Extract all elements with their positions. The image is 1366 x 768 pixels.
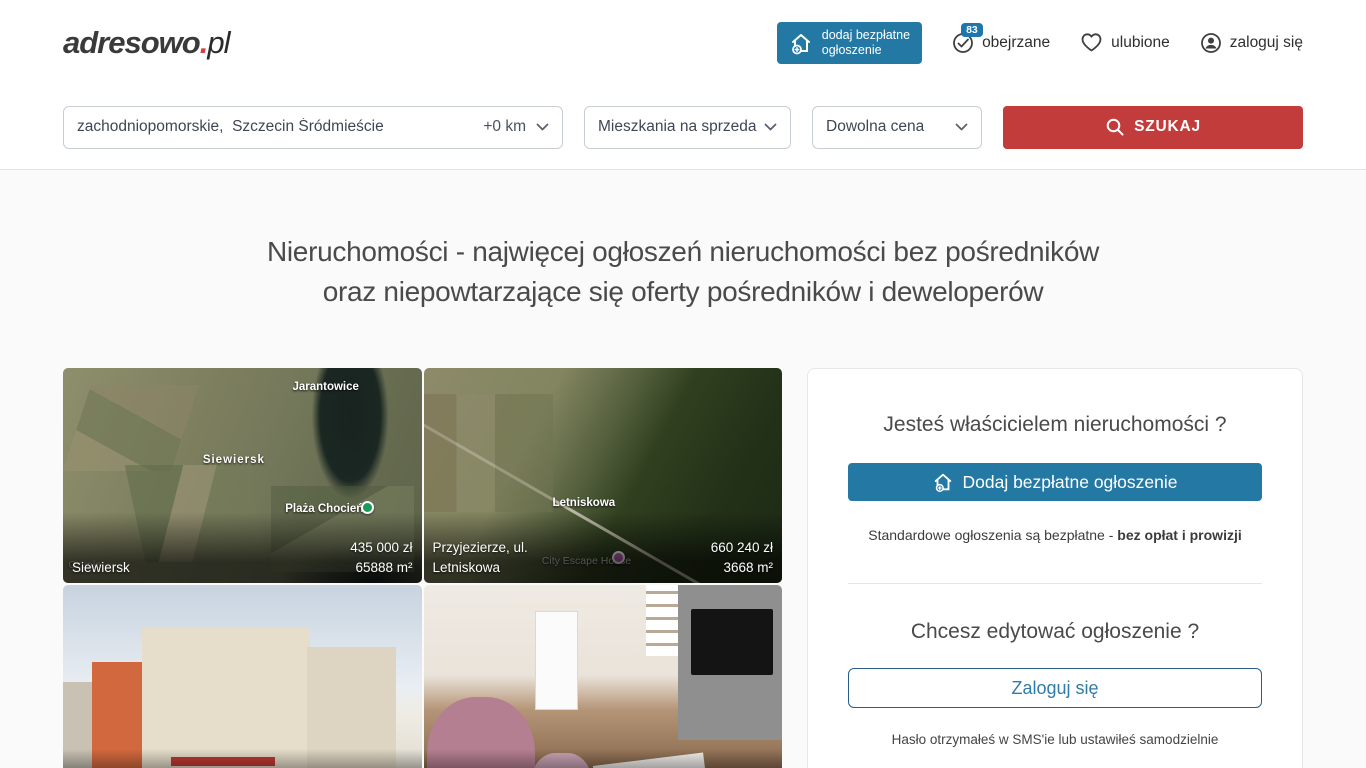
main-content: Nieruchomości - najwięcej ogłoszeń nieru… (0, 170, 1366, 768)
viewed-link[interactable]: 83 obejrzane (952, 32, 1050, 54)
top-bar: adresowo.pl dodaj bezpłatne ogłoszenie (0, 0, 1366, 85)
listing-price: 660 240 zł (711, 538, 773, 558)
search-bar: zachodniopomorskie, Szczecin Śródmieście… (0, 85, 1366, 170)
listing-location: Przyjezierze, ul. Letniskowa (433, 538, 553, 578)
search-button-label: SZUKAJ (1134, 118, 1201, 136)
listing-caption: Przyjezierze, ul. Letniskowa 660 240 zł … (424, 512, 783, 583)
owner-section: Jesteś właścicielem nieruchomości ? Doda… (848, 369, 1262, 583)
map-field-patch (424, 394, 553, 512)
listing-price: 435 000 zł (350, 538, 412, 558)
owner-note: Standardowe ogłoszenia są bezpłatne - be… (848, 527, 1262, 543)
owner-note-bold: bez opłat i prowizji (1117, 527, 1241, 543)
sidebar-add-listing-label: Dodaj bezpłatne ogłoszenie (962, 472, 1177, 493)
map-label: Siewiersk (203, 454, 265, 466)
price-select[interactable]: Dowolna cena (812, 106, 982, 149)
category-value: Mieszkania na sprzeda (598, 118, 757, 136)
logo-tld: pl (207, 25, 229, 60)
photo-bookshelf (646, 585, 678, 656)
radius-value: +0 km (483, 118, 526, 136)
viewed-count-badge: 83 (961, 23, 983, 37)
user-icon (1200, 32, 1222, 54)
search-button[interactable]: SZUKAJ (1003, 106, 1303, 149)
site-logo[interactable]: adresowo.pl (63, 25, 229, 61)
listing-card[interactable]: Wola Zgłobieńska 890 000 zł (424, 585, 783, 768)
top-actions: dodaj bezpłatne ogłoszenie 83 obejrzane … (777, 22, 1303, 64)
photo-building-main (142, 628, 310, 768)
location-value: zachodniopomorskie, Szczecin Śródmieście (77, 118, 384, 136)
check-circle-icon: 83 (952, 32, 974, 54)
sidebar-login-button[interactable]: Zaloguj się (848, 668, 1262, 708)
listing-location: Siewiersk (72, 558, 130, 578)
edit-note: Hasło otrzymałeś w SMS'ie lub ustawiłeś … (848, 732, 1262, 747)
search-icon (1105, 117, 1125, 137)
photo-tv (691, 609, 773, 676)
listing-card[interactable]: Jarantowice Siewiersk Plaża Chocień Czup… (63, 368, 422, 583)
map-label: Jarantowice (292, 381, 358, 393)
edit-section: Chcesz edytować ogłoszenie ? Zaloguj się… (848, 583, 1262, 768)
photo-cabinet (535, 611, 578, 710)
edit-heading: Chcesz edytować ogłoszenie ? (848, 620, 1262, 644)
listing-area: 3668 m² (711, 558, 773, 578)
listing-grid: Jarantowice Siewiersk Plaża Chocień Czup… (63, 368, 782, 768)
category-select[interactable]: Mieszkania na sprzeda (584, 106, 791, 149)
listing-card[interactable]: Letniskowa City Escape House Przyjezierz… (424, 368, 783, 583)
map-label: Letniskowa (553, 497, 616, 509)
map-field-patch (63, 385, 198, 471)
login-link[interactable]: zaloguj się (1200, 32, 1303, 54)
page-title: Nieruchomości - najwięcej ogłoszeń nieru… (0, 232, 1366, 312)
viewed-label: obejrzane (982, 34, 1050, 52)
listing-caption: Wola Zgłobieńska 890 000 zł (424, 749, 783, 768)
login-label: zaloguj się (1230, 34, 1303, 52)
chevron-down-icon (536, 123, 549, 131)
favorites-link[interactable]: ulubione (1080, 32, 1170, 53)
house-plus-icon (789, 31, 813, 55)
chevron-down-icon (764, 123, 777, 131)
listing-caption: Siewiersk 435 000 zł 65888 m² (63, 512, 422, 583)
listing-caption: Lublin Śródmieście, ul. 545 000 zł (63, 749, 422, 768)
listing-card[interactable]: Lublin Śródmieście, ul. 545 000 zł (63, 585, 422, 768)
add-listing-label: dodaj bezpłatne ogłoszenie (822, 28, 910, 58)
house-plus-icon (932, 471, 954, 493)
heart-icon (1080, 32, 1103, 53)
logo-brand: adresowo (63, 25, 200, 60)
price-value: Dowolna cena (826, 118, 924, 136)
listing-area: 65888 m² (350, 558, 412, 578)
owner-sidebar: Jesteś właścicielem nieruchomości ? Doda… (807, 368, 1303, 768)
location-field[interactable]: zachodniopomorskie, Szczecin Śródmieście… (63, 106, 563, 149)
favorites-label: ulubione (1111, 34, 1170, 52)
chevron-down-icon (955, 123, 968, 131)
sidebar-add-listing-button[interactable]: Dodaj bezpłatne ogłoszenie (848, 463, 1262, 501)
add-listing-button[interactable]: dodaj bezpłatne ogłoszenie (777, 22, 922, 64)
owner-heading: Jesteś właścicielem nieruchomości ? (848, 413, 1262, 437)
